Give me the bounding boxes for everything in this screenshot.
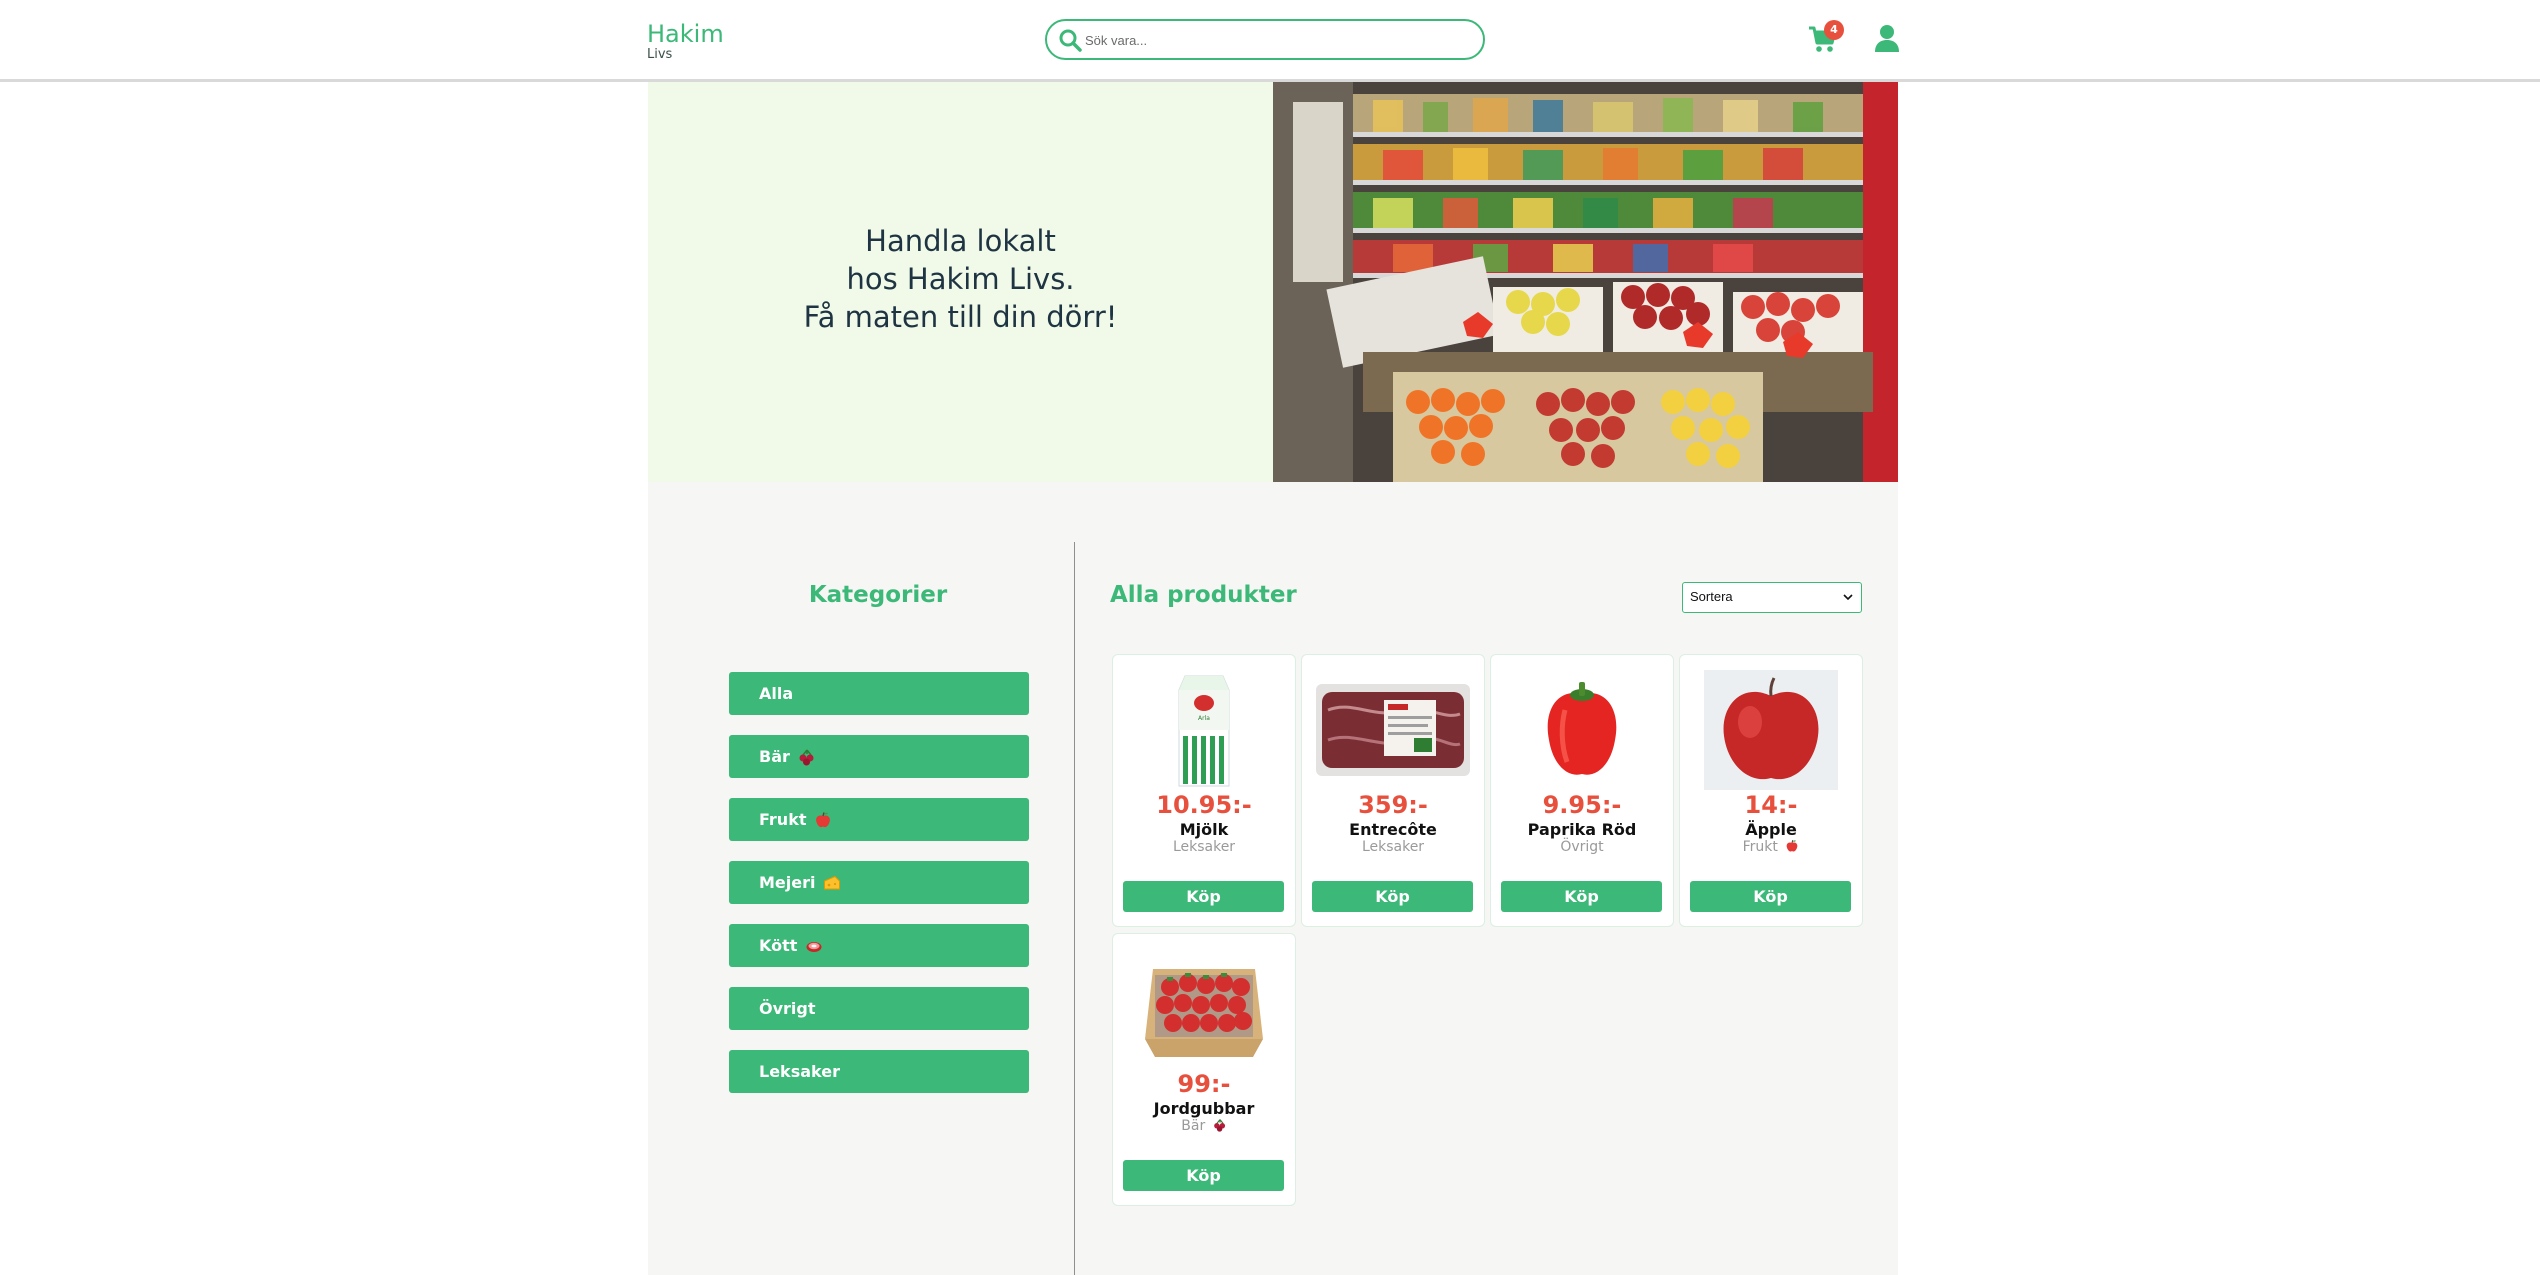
cart-count-badge: 4	[1824, 20, 1844, 40]
logo-title: Hakim	[647, 20, 724, 48]
sort-select[interactable]: Sortera	[1682, 582, 1862, 613]
hero-line-2: hos Hakim Livs.	[846, 262, 1075, 296]
logo[interactable]: Hakim Livs	[647, 20, 724, 62]
buy-button[interactable]: Köp	[1123, 881, 1284, 912]
sort-selected-value: Sortera	[1690, 589, 1733, 604]
product-category-label: Övrigt	[1560, 839, 1604, 855]
product-price: 10.95:-	[1156, 791, 1252, 819]
category-label: Bär	[759, 747, 790, 766]
category-list: Alla Bär Frukt Mejeri Kött Övrigt Leksak…	[729, 672, 1029, 1113]
top-navbar: Hakim Livs 4	[0, 0, 2540, 82]
product-image-red-apple	[1692, 670, 1850, 790]
hero-banner: Handla lokalt hos Hakim Livs. Få maten t…	[648, 82, 1898, 482]
category-button-kott[interactable]: Kött	[729, 924, 1029, 967]
product-card-mjolk: Arla 10.95:- Mjölk Leksaker Köp	[1112, 654, 1296, 927]
search-input[interactable]	[1085, 28, 1475, 52]
product-category-label: Leksaker	[1361, 839, 1425, 855]
product-name: Mjölk	[1179, 820, 1229, 839]
hero-text-panel: Handla lokalt hos Hakim Livs. Få maten t…	[648, 82, 1273, 482]
buy-button[interactable]: Köp	[1312, 881, 1473, 912]
category-button-frukt[interactable]: Frukt	[729, 798, 1029, 841]
category-label: Kött	[759, 936, 798, 955]
category-label: Frukt	[759, 810, 807, 829]
categories-heading: Kategorier	[808, 582, 948, 608]
meat-icon	[806, 941, 822, 952]
product-name: Paprika Röd	[1527, 820, 1637, 839]
chevron-down-icon	[1843, 594, 1853, 601]
product-category: Övrigt	[1491, 839, 1673, 855]
product-category: Leksaker	[1302, 839, 1484, 855]
product-name: Äpple	[1745, 820, 1797, 839]
product-name: Entrecôte	[1349, 820, 1437, 839]
main-content: Kategorier Alla Bär Frukt Mejeri Kött Öv…	[648, 482, 1898, 1275]
product-category-label: Bär	[1181, 1118, 1206, 1134]
hero-store-image	[1273, 82, 1898, 482]
cheese-icon	[824, 875, 841, 889]
product-card-paprika: 9.95:- Paprika Röd Övrigt Köp	[1490, 654, 1674, 927]
buy-button[interactable]: Köp	[1123, 1160, 1284, 1191]
product-image-red-pepper	[1503, 670, 1661, 790]
category-label: Leksaker	[759, 1062, 840, 1081]
product-card-entrecote: 359:- Entrecôte Leksaker Köp	[1301, 654, 1485, 927]
buy-button[interactable]: Köp	[1690, 881, 1851, 912]
product-category: Frukt	[1680, 839, 1862, 855]
products-heading: Alla produkter	[1110, 582, 1297, 608]
category-button-leksaker[interactable]: Leksaker	[729, 1050, 1029, 1093]
cart-button[interactable]: 4	[1805, 20, 1845, 60]
product-image-strawberries	[1125, 949, 1283, 1069]
product-price: 359:-	[1358, 791, 1428, 819]
vertical-divider	[1074, 542, 1075, 1275]
buy-button[interactable]: Köp	[1501, 881, 1662, 912]
search-bar	[1045, 19, 1485, 60]
product-image-milk: Arla	[1125, 670, 1283, 790]
search-icon[interactable]	[1058, 28, 1082, 52]
category-button-alla[interactable]: Alla	[729, 672, 1029, 715]
hero-line-3: Få maten till din dörr!	[803, 300, 1118, 334]
category-label: Alla	[759, 684, 794, 703]
product-category-label: Leksaker	[1172, 839, 1236, 855]
product-price: 14:-	[1744, 791, 1798, 819]
svg-text:Arla: Arla	[1198, 715, 1210, 722]
berries-icon	[799, 749, 814, 765]
category-button-bar[interactable]: Bär	[729, 735, 1029, 778]
hero-headline: Handla lokalt hos Hakim Livs. Få maten t…	[648, 222, 1273, 336]
category-button-mejeri[interactable]: Mejeri	[729, 861, 1029, 904]
product-category: Leksaker	[1113, 839, 1295, 855]
product-image-entrecote	[1314, 670, 1472, 790]
product-category-label: Frukt	[1742, 839, 1778, 855]
berries-icon	[1213, 1119, 1225, 1132]
category-label: Mejeri	[759, 873, 816, 892]
hero-line-1: Handla lokalt	[865, 224, 1056, 258]
user-icon[interactable]	[1872, 23, 1902, 53]
product-price: 99:-	[1177, 1070, 1231, 1098]
product-category: Bär	[1113, 1118, 1295, 1134]
product-price: 9.95:-	[1542, 791, 1622, 819]
product-card-apple: 14:- Äpple Frukt Köp	[1679, 654, 1863, 927]
product-card-jordgubbar: 99:- Jordgubbar Bär Köp	[1112, 933, 1296, 1206]
logo-subtitle: Livs	[647, 47, 673, 62]
category-label: Övrigt	[759, 999, 816, 1018]
category-button-ovrigt[interactable]: Övrigt	[729, 987, 1029, 1030]
apple-icon	[1787, 840, 1798, 852]
product-name: Jordgubbar	[1153, 1099, 1255, 1118]
apple-icon	[816, 811, 831, 827]
